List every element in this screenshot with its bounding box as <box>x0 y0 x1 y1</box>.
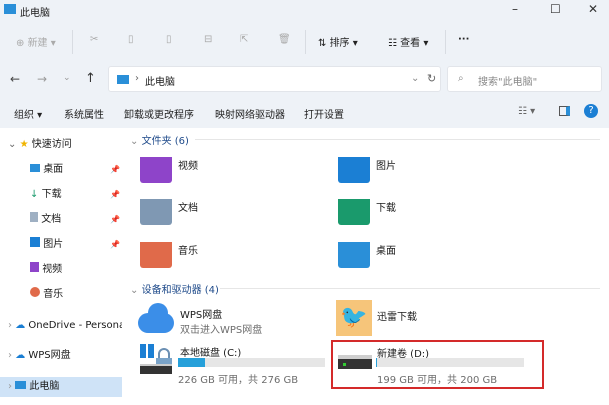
delete-icon[interactable]: 🗑 <box>278 34 291 45</box>
folders-header[interactable]: ⌄ 文件夹 (6) <box>130 132 189 147</box>
system-properties-button[interactable]: 系统属性 <box>64 106 104 121</box>
open-settings-button[interactable]: 打开设置 <box>304 106 344 121</box>
xunlei-icon: 🐦 <box>336 300 372 336</box>
sidebar-quick-access[interactable]: ⌄ ★ 快速访问 <box>0 135 122 155</box>
folder-downloads[interactable]: 下载 <box>376 199 396 214</box>
folder-videos-icon <box>140 153 172 183</box>
divider <box>445 30 446 54</box>
folder-desktop-icon <box>338 238 370 268</box>
view-button[interactable]: ☷ 查看 ▾ <box>388 34 428 49</box>
divider <box>305 30 306 54</box>
rename-icon[interactable]: ⊟ <box>204 34 212 45</box>
sidebar-item-onedrive[interactable]: › ☁ OneDrive - Personal <box>0 316 122 336</box>
folder-music[interactable]: 音乐 <box>178 242 198 257</box>
sidebar-item-this-pc[interactable]: › 此电脑 <box>0 377 122 397</box>
pin-icon: 📌 <box>110 215 120 224</box>
forward-button[interactable]: → <box>37 72 47 86</box>
sidebar-item-videos[interactable]: 视频 <box>0 260 122 280</box>
folder-music-icon <box>140 238 172 268</box>
sidebar-item-desktop[interactable]: 桌面 📌 <box>0 160 122 180</box>
drive-c-name[interactable]: 本地磁盘 (C:) <box>180 344 241 359</box>
minimize-button[interactable]: – <box>512 2 518 16</box>
folder-desktop[interactable]: 桌面 <box>376 242 396 257</box>
folder-pictures-icon <box>338 153 370 183</box>
up-button[interactable]: ↑ <box>85 71 96 86</box>
chevron-down-icon[interactable]: ⌄ <box>411 73 419 84</box>
uninstall-button[interactable]: 卸载或更改程序 <box>124 106 194 121</box>
cut-icon[interactable]: ✂ <box>90 34 98 45</box>
close-button[interactable]: ✕ <box>588 2 598 16</box>
sidebar-item-documents[interactable]: 文档 📌 <box>0 210 122 230</box>
organize-button[interactable]: 组织 ▾ <box>14 106 42 121</box>
wps-drive-name[interactable]: WPS网盘 <box>180 306 222 321</box>
copy-icon[interactable]: ▯ <box>128 34 134 45</box>
search-icon: ⌕ <box>458 73 464 84</box>
paste-icon[interactable]: ▯ <box>166 34 172 45</box>
divider <box>72 30 73 54</box>
window-title: 此电脑 <box>20 8 50 19</box>
breadcrumb-separator: › <box>135 73 139 84</box>
sort-button[interactable]: ⇅ 排序 ▾ <box>318 34 358 49</box>
pin-icon: 📌 <box>110 190 120 199</box>
sidebar-item-wps[interactable]: › ☁ WPS网盘 <box>0 346 122 366</box>
devices-header[interactable]: ⌄ 设备和驱动器 (4) <box>130 281 219 296</box>
folder-documents-icon <box>140 195 172 225</box>
sidebar-item-music[interactable]: 音乐 <box>0 285 122 305</box>
share-icon[interactable]: ⇱ <box>240 34 248 45</box>
drive-c-usage-fill <box>178 358 205 367</box>
folder-pictures[interactable]: 图片 <box>376 157 396 172</box>
maximize-button[interactable]: ☐ <box>550 2 561 16</box>
xunlei-name[interactable]: 迅雷下载 <box>377 308 417 323</box>
search-input[interactable]: ⌕ 搜索"此电脑" <box>447 66 602 92</box>
preview-pane-icon[interactable] <box>559 106 570 116</box>
drive-c-usage-bar <box>178 358 325 367</box>
divider <box>195 139 600 140</box>
address-bar[interactable]: › 此电脑 ⌄ ↻ <box>108 66 441 92</box>
back-button[interactable]: ← <box>10 72 20 86</box>
sidebar-item-downloads[interactable]: ↓ 下载 📌 <box>0 185 122 205</box>
wps-drive-sub: 双击进入WPS网盘 <box>180 325 263 336</box>
recent-button[interactable]: ⌄ <box>63 73 71 83</box>
folder-downloads-icon <box>338 195 370 225</box>
breadcrumb: 此电脑 <box>145 77 175 88</box>
map-drive-button[interactable]: 映射网络驱动器 <box>215 106 285 121</box>
more-button[interactable]: ··· <box>458 34 469 45</box>
help-icon[interactable]: ? <box>584 104 598 118</box>
new-button[interactable]: ⊕ 新建 ▾ <box>16 34 56 49</box>
sidebar-item-pictures[interactable]: 图片 📌 <box>0 235 122 255</box>
folder-documents[interactable]: 文档 <box>178 199 198 214</box>
folder-videos[interactable]: 视频 <box>178 157 198 172</box>
layout-icon[interactable]: ☷ ▾ <box>518 106 535 117</box>
pin-icon: 📌 <box>110 240 120 249</box>
divider <box>220 288 600 289</box>
drive-c-icon <box>138 344 176 384</box>
pin-icon: 📌 <box>110 165 120 174</box>
highlight-box <box>331 340 544 389</box>
drive-c-info: 226 GB 可用，共 276 GB <box>178 375 299 386</box>
computer-icon <box>4 4 16 14</box>
wps-cloud-icon <box>138 303 174 333</box>
computer-icon <box>117 75 129 84</box>
refresh-icon[interactable]: ↻ <box>427 72 436 85</box>
